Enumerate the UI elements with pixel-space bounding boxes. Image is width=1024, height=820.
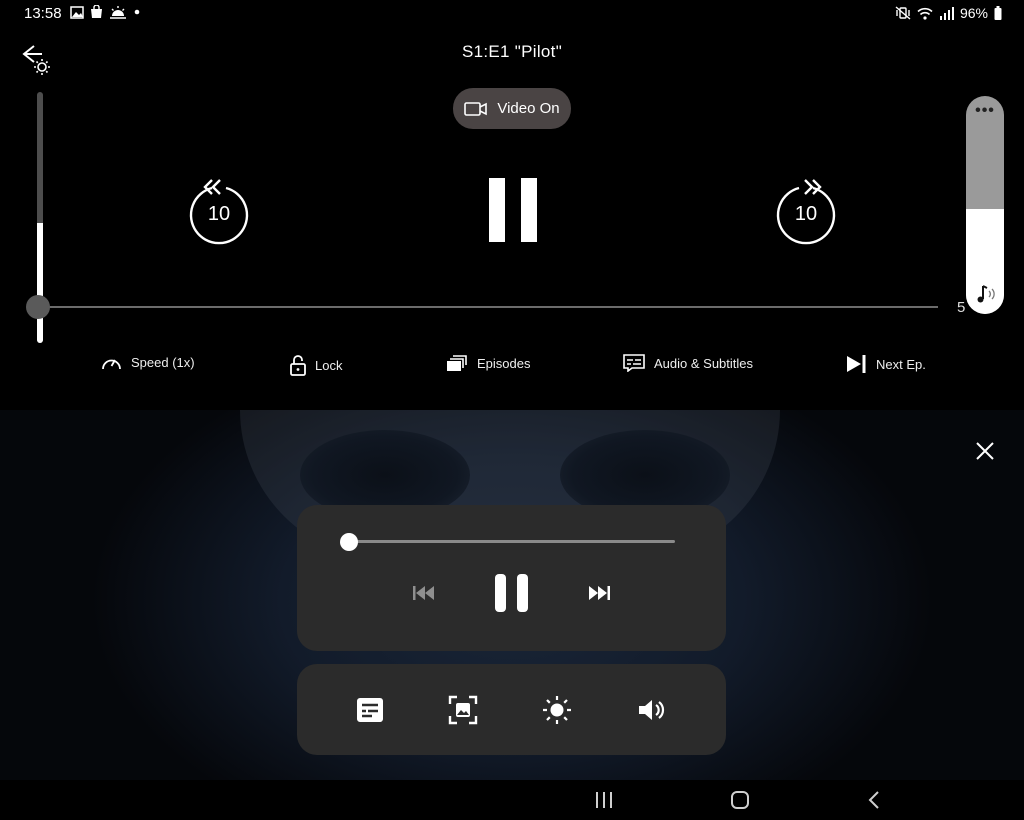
pause-icon-bar-right [521,178,537,242]
audio-subtitles-button[interactable]: Audio & Subtitles [623,354,753,372]
more-options-icon[interactable]: ••• [966,103,1004,119]
lock-label: Lock [315,357,343,373]
volume-button[interactable] [635,694,667,726]
mute-vibrate-icon [895,6,911,20]
previous-button[interactable] [412,584,436,602]
seek-bar-thumb[interactable] [26,295,50,319]
volume-icon [639,700,665,720]
close-icon [976,442,994,460]
recent-apps-icon [596,792,612,808]
home-button[interactable] [727,787,753,813]
pause-icon-bar-left [489,178,505,242]
pause-button[interactable] [489,178,537,242]
dot-icon [134,9,140,15]
mini-player-controls [297,505,726,651]
speedometer-icon [102,359,121,370]
next-episode-button[interactable]: Next Ep. [846,354,926,374]
video-camera-icon [464,101,488,116]
previous-track-icon [413,586,434,600]
music-note-icon [967,277,1003,313]
subtitles-icon [357,698,383,722]
volume-slider-handle[interactable] [966,276,1004,314]
signal-icon [939,6,954,20]
pause-icon-bar-left [495,574,506,612]
wifi-icon [917,7,933,20]
episodes-label: Episodes [477,355,531,371]
next-button[interactable] [587,584,611,602]
subtitles-button[interactable] [354,694,386,726]
speed-button[interactable]: Speed (1x) [101,354,195,371]
mini-player-pause-button[interactable] [495,574,529,612]
home-icon [731,791,749,809]
status-icons-right: 96% [895,5,1002,21]
audio-subtitles-label: Audio & Subtitles [654,355,754,371]
next-episode-icon [847,355,866,373]
video-on-toggle[interactable]: Video On [453,88,571,129]
status-bar: 13:58 96% [0,0,1024,28]
time-remaining: 5 [957,299,966,316]
pause-icon-bar-right [517,574,528,612]
rewind-10-button[interactable]: 10 [186,176,252,246]
subtitles-icon [623,354,645,372]
mini-player-tools [297,664,726,755]
mini-player-seek-thumb[interactable] [340,533,358,551]
mini-player-seek-bar[interactable] [349,540,675,543]
image-icon [70,5,84,19]
close-button[interactable] [972,438,998,464]
shopping-bag-icon [91,5,102,18]
screenshot-button[interactable] [447,694,479,726]
brightness-icon [543,696,571,724]
episodes-button[interactable]: Episodes [446,354,530,372]
forward-10-button[interactable]: 10 [773,176,839,246]
navigation-bar [0,780,1024,820]
screenshot-icon [448,695,478,725]
weather-icon [110,6,126,19]
rewind-seconds: 10 [207,203,231,225]
battery-percent: 96% [959,5,988,21]
status-time: 13:58 [24,5,62,22]
brightness-slider-fill [37,222,43,343]
speed-label: Speed (1x) [131,355,195,370]
recent-apps-button[interactable] [591,787,617,813]
episodes-icon [447,355,467,371]
lock-button[interactable]: Lock [290,354,342,376]
seek-bar[interactable] [42,306,938,308]
back-icon [868,791,879,809]
next-episode-label: Next Ep. [876,356,926,372]
nav-back-button[interactable] [862,787,888,813]
battery-icon [994,6,1002,20]
status-icons-left [70,5,141,19]
brightness-button[interactable] [541,694,573,726]
forward-seconds: 10 [794,203,818,225]
unlock-icon [290,355,306,376]
video-on-label: Video On [497,100,560,117]
episode-title: S1:E1 "Pilot" [461,42,563,61]
next-track-icon [589,586,610,600]
